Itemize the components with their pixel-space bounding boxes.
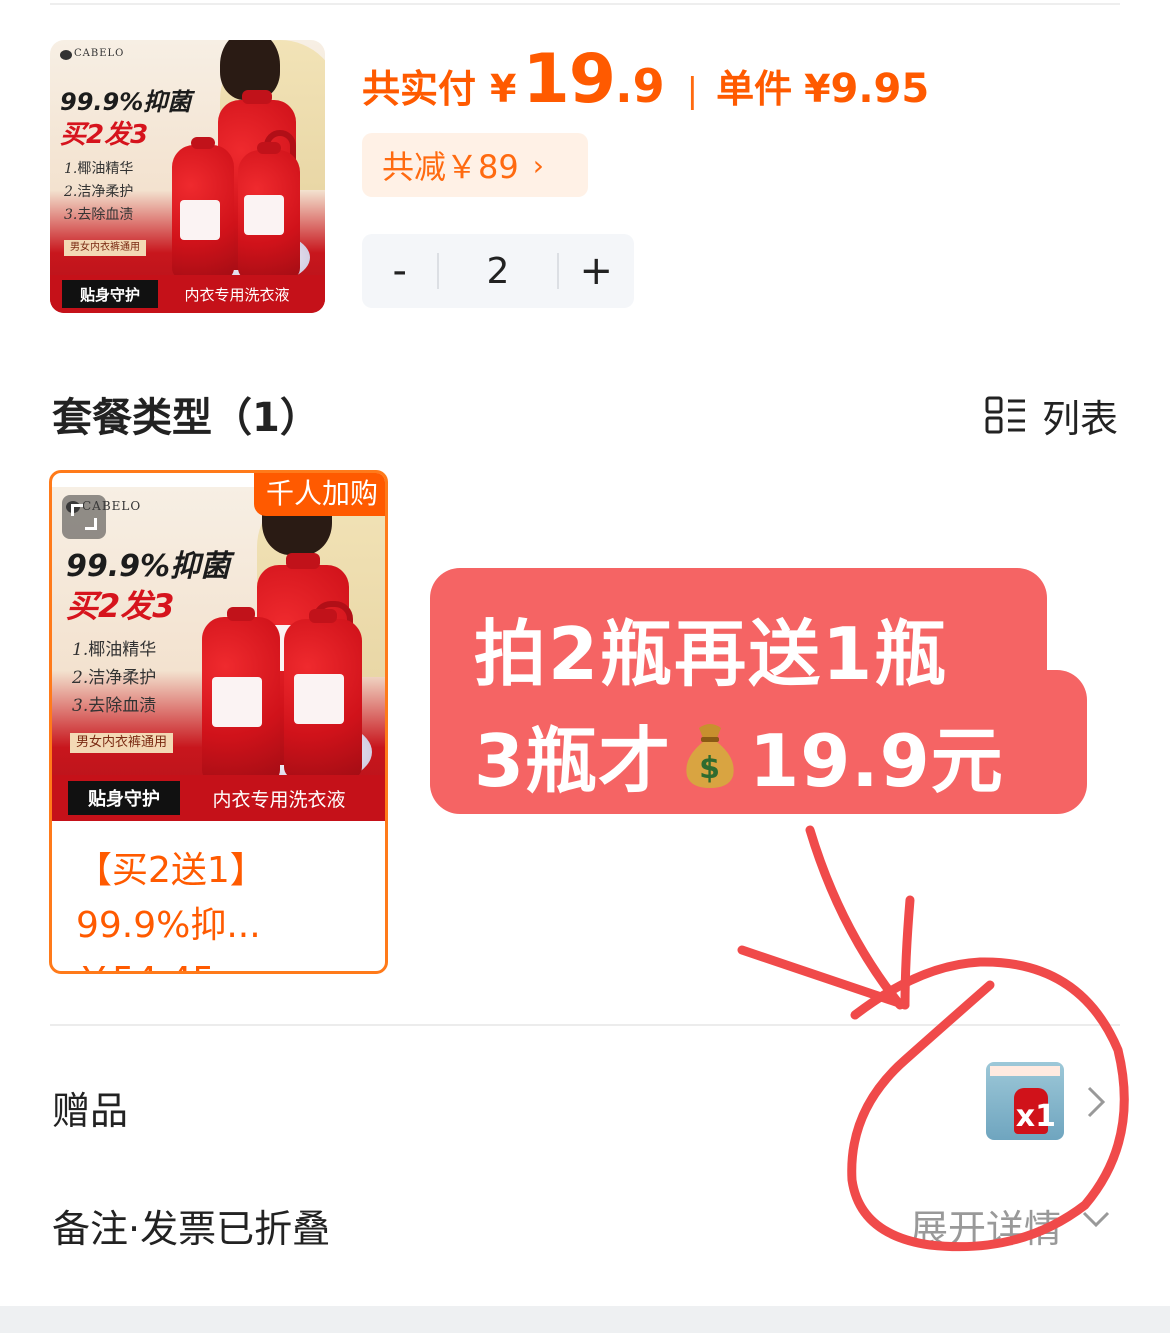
annotation-arrow-head-right — [900, 895, 915, 1010]
chevron-right-icon: › — [532, 148, 544, 182]
brand-name: CABELO — [74, 48, 125, 59]
product-tagline: 男女内衣裤通用 — [70, 733, 174, 753]
feature-2: 2.洁净柔护 — [64, 184, 134, 200]
product-promo-line: 买2发3 — [60, 120, 149, 150]
brand-logo-icon — [60, 50, 72, 60]
chevron-right-icon[interactable] — [1084, 1084, 1108, 1120]
chevron-down-icon[interactable] — [1080, 1208, 1112, 1232]
bottle-image — [172, 137, 234, 280]
annotation-arrow-head-left — [737, 945, 910, 1010]
increase-button[interactable]: + — [559, 248, 634, 294]
bar-right-label: 内衣专用洗衣液 — [184, 285, 290, 304]
total-label: 共实付 — [362, 67, 477, 111]
popular-badge: 千人加购 — [253, 473, 385, 516]
promo-line-2: 3瓶才 $ 19.9元 — [474, 702, 1004, 807]
promo-line-2-suffix: 19.9元 — [749, 719, 1004, 803]
product-headline: 99.9%抑菌 — [60, 88, 192, 116]
package-option-name: 【买2送1】99.9%抑...￥54.45 — [76, 850, 266, 971]
decrease-button[interactable]: - — [362, 248, 437, 294]
svg-text:$: $ — [699, 751, 721, 786]
promo-line-2-prefix: 3瓶才 — [474, 719, 672, 803]
unit-currency: ¥ — [804, 67, 831, 111]
expand-image-icon[interactable] — [62, 495, 106, 539]
price-separator: | — [686, 71, 699, 111]
package-option-card[interactable]: CABELO 99.9%抑菌 买2发3 1.椰油精华 2.洁净柔护 3.去除血渍… — [49, 470, 388, 974]
bar-right-label: 内衣专用洗衣液 — [212, 788, 346, 811]
list-view-label: 列表 — [1041, 397, 1118, 441]
bottle-image — [202, 607, 280, 782]
annotation-arrow-shaft — [805, 825, 905, 1010]
quantity-stepper: - 2 + — [362, 234, 634, 308]
bottle-image — [238, 142, 300, 280]
unit-price: 9.95 — [830, 66, 930, 112]
total-price-decimal: .9 — [615, 59, 665, 113]
product-headline: 99.9%抑菌 — [66, 549, 231, 584]
total-price-integer: 19 — [522, 40, 616, 119]
quantity-field[interactable]: 2 — [439, 251, 556, 292]
currency-symbol: ¥ — [490, 67, 517, 111]
expand-details-link[interactable]: 展开详情 — [910, 1198, 1062, 1253]
bottle-image — [284, 609, 362, 779]
feature-3: 3.去除血渍 — [72, 696, 157, 716]
package-type-title: 套餐类型（1） — [52, 395, 320, 441]
promo-line-1: 拍2瓶再送1瓶 — [474, 612, 949, 696]
bar-left-label: 贴身守护 — [62, 280, 158, 308]
list-view-icon — [985, 396, 1025, 433]
feature-3: 3.去除血渍 — [64, 207, 134, 223]
gift-thumbnail[interactable]: x1 — [986, 1062, 1064, 1140]
product-tagline: 男女内衣裤通用 — [64, 240, 146, 256]
discount-button[interactable]: 共减￥89 › — [362, 133, 588, 197]
money-bag-icon: $ — [686, 723, 734, 788]
gift-count: x1 — [1015, 1099, 1056, 1134]
feature-1: 1.椰油精华 — [72, 640, 157, 660]
list-view-toggle[interactable]: 列表 — [984, 388, 1118, 443]
product-promo-line: 买2发3 — [66, 587, 175, 625]
product-image[interactable]: CABELO 99.9%抑菌 买2发3 1.椰油精华 2.洁净柔护 3.去除血渍… — [50, 40, 325, 313]
gift-label: 赠品 — [52, 1089, 129, 1133]
bar-left-label: 贴身守护 — [68, 781, 180, 815]
top-divider — [50, 3, 1120, 5]
section-divider — [50, 1024, 1120, 1026]
feature-2: 2.洁净柔护 — [72, 668, 157, 688]
bottom-bar — [0, 1306, 1170, 1333]
unit-label: 单件 — [716, 67, 793, 111]
notes-invoice-label: 备注·发票已折叠 — [52, 1207, 331, 1251]
discount-text: 共减￥89 — [382, 148, 519, 186]
total-price: 共实付 ¥ 19 .9 | 单件 ¥ 9.95 — [362, 40, 929, 120]
feature-1: 1.椰油精华 — [64, 161, 134, 177]
